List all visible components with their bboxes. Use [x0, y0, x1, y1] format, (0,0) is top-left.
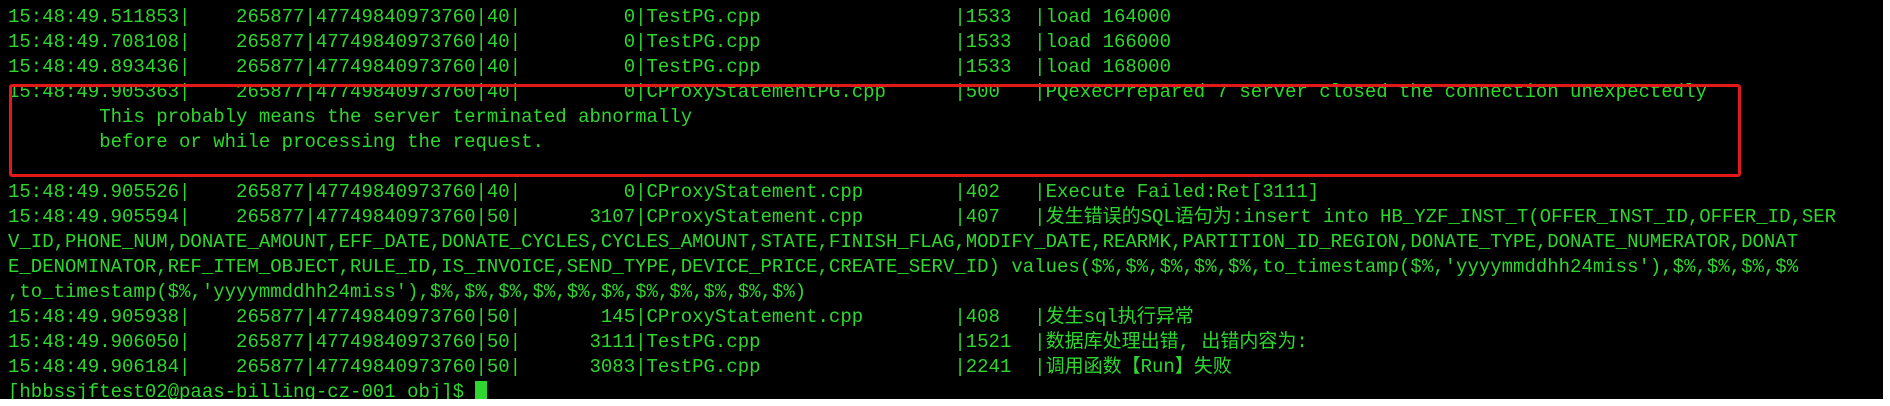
window-edge — [1883, 0, 1890, 399]
log-line: 15:48:49.906184| 265877|47749840973760|5… — [8, 356, 1232, 378]
terminal-window[interactable]: 15:48:49.511853| 265877|47749840973760|4… — [0, 0, 1883, 399]
cursor — [475, 381, 488, 399]
log-line: 15:48:49.708108| 265877|47749840973760|4… — [8, 31, 1171, 53]
shell-prompt: [hbbssjftest02@paas-billing-cz-001 obj]$ — [8, 381, 476, 399]
log-line-wrap: E_DENOMINATOR,REF_ITEM_OBJECT,RULE_ID,IS… — [8, 256, 1799, 278]
shell-prompt-line[interactable]: [hbbssjftest02@paas-billing-cz-001 obj]$ — [8, 380, 1883, 399]
log-line: 15:48:49.906050| 265877|47749840973760|5… — [8, 331, 1308, 353]
log-line: 15:48:49.905938| 265877|47749840973760|5… — [8, 306, 1194, 328]
log-line: 15:48:49.905526| 265877|47749840973760|4… — [8, 181, 1320, 203]
error-highlight-box — [9, 84, 1741, 177]
log-line: 15:48:49.511853| 265877|47749840973760|4… — [8, 6, 1171, 28]
log-line: 15:48:49.905594| 265877|47749840973760|5… — [8, 206, 1837, 228]
log-line-wrap: ,to_timestamp($%,'yyyymmddhh24miss'),$%,… — [8, 281, 807, 303]
log-line: 15:48:49.893436| 265877|47749840973760|4… — [8, 56, 1171, 78]
log-line-wrap: V_ID,PHONE_NUM,DONATE_AMOUNT,EFF_DATE,DO… — [8, 231, 1799, 253]
terminal-output: 15:48:49.511853| 265877|47749840973760|4… — [8, 5, 1883, 399]
